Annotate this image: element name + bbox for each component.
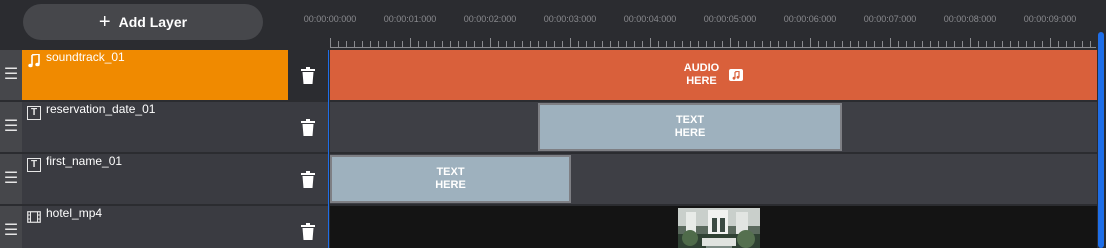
trash-icon xyxy=(301,118,315,136)
delete-layer-button[interactable] xyxy=(288,102,328,152)
layer-name: first_name_01 xyxy=(46,154,123,168)
ruler-tick-label: 00:00:07:000 xyxy=(863,14,917,24)
clip-label-line1: TEXT xyxy=(436,166,465,178)
trash-icon xyxy=(301,170,315,188)
ruler-tick-label: 00:00:02:000 xyxy=(463,14,517,24)
music-note-icon xyxy=(26,53,42,69)
plus-icon: + xyxy=(98,11,111,33)
layer-name: soundtrack_01 xyxy=(46,50,125,64)
clip-label-line2: HERE xyxy=(674,127,706,139)
drag-handle-icon[interactable]: ☰ xyxy=(0,154,22,204)
layer-row-soundtrack[interactable]: ☰ soundtrack_01 AUDIO HERE xyxy=(0,50,1097,102)
ruler-tick-label: 00:00:06:000 xyxy=(783,14,837,24)
add-layer-button[interactable]: + Add Layer xyxy=(23,4,263,40)
layer-name: reservation_date_01 xyxy=(46,102,156,116)
ruler-tick-label: 00:00:03:000 xyxy=(543,14,597,24)
delete-layer-button[interactable] xyxy=(288,50,328,100)
layer-label-area[interactable]: T reservation_date_01 xyxy=(22,102,288,152)
film-icon xyxy=(26,209,42,225)
layer-track[interactable]: AUDIO HERE xyxy=(330,50,1097,100)
layer-track[interactable]: TEXT HERE xyxy=(330,154,1097,204)
drag-handle-icon[interactable]: ☰ xyxy=(0,206,22,248)
drag-handle-icon[interactable]: ☰ xyxy=(0,50,22,100)
add-layer-label: Add Layer xyxy=(118,14,188,30)
timeline-header: + Add Layer 00:00:00:000 00:00:01:000 00… xyxy=(0,0,1106,50)
delete-layer-button[interactable] xyxy=(288,206,328,248)
text-clip[interactable]: TEXT HERE xyxy=(538,103,842,151)
layer-track[interactable] xyxy=(330,206,1097,248)
delete-layer-button[interactable] xyxy=(288,154,328,204)
playhead[interactable] xyxy=(328,50,329,248)
drag-handle-icon[interactable]: ☰ xyxy=(0,102,22,152)
ruler-tick-label: 00:00:05:000 xyxy=(703,14,757,24)
layer-row-hotel-video[interactable]: ☰ hotel_mp4 xyxy=(0,206,1097,248)
trash-icon xyxy=(301,222,315,240)
layer-label-area[interactable]: T first_name_01 xyxy=(22,154,288,204)
audio-clip[interactable]: AUDIO HERE xyxy=(330,50,1097,100)
text-clip[interactable]: TEXT HERE xyxy=(330,155,571,203)
text-icon: T xyxy=(26,105,42,121)
clip-label-line1: TEXT xyxy=(675,114,705,126)
ruler-tick-label: 00:00:04:000 xyxy=(623,14,677,24)
ruler-tick-label: 00:00:01:000 xyxy=(383,14,437,24)
ruler-tick-label: 00:00:08:000 xyxy=(943,14,997,24)
trash-icon xyxy=(301,66,315,84)
video-thumbnail xyxy=(678,208,760,248)
layer-label-area[interactable]: soundtrack_01 xyxy=(22,50,288,100)
ruler-baseline xyxy=(330,47,1096,48)
scrollbar-thumb[interactable] xyxy=(1098,32,1104,248)
clip-label-line2: HERE xyxy=(686,75,717,87)
layer-row-first-name[interactable]: ☰ T first_name_01 TEXT HERE xyxy=(0,154,1097,206)
clip-label-line1: AUDIO xyxy=(683,62,720,74)
layer-row-reservation-date[interactable]: ☰ T reservation_date_01 TEXT HERE xyxy=(0,102,1097,154)
ruler-tick-label: 00:00:00:000 xyxy=(303,14,357,24)
layer-label-area[interactable]: hotel_mp4 xyxy=(22,206,288,248)
layer-name: hotel_mp4 xyxy=(46,206,103,220)
clip-label-line2: HERE xyxy=(435,179,466,191)
music-note-icon xyxy=(729,69,744,81)
text-icon: T xyxy=(26,157,42,173)
layer-track[interactable]: TEXT HERE xyxy=(330,102,1097,152)
time-ruler[interactable]: 00:00:00:000 00:00:01:000 00:00:02:000 0… xyxy=(304,0,1096,50)
video-clip[interactable] xyxy=(330,206,1097,248)
ruler-tick-label: 00:00:09:000 xyxy=(1023,14,1077,24)
